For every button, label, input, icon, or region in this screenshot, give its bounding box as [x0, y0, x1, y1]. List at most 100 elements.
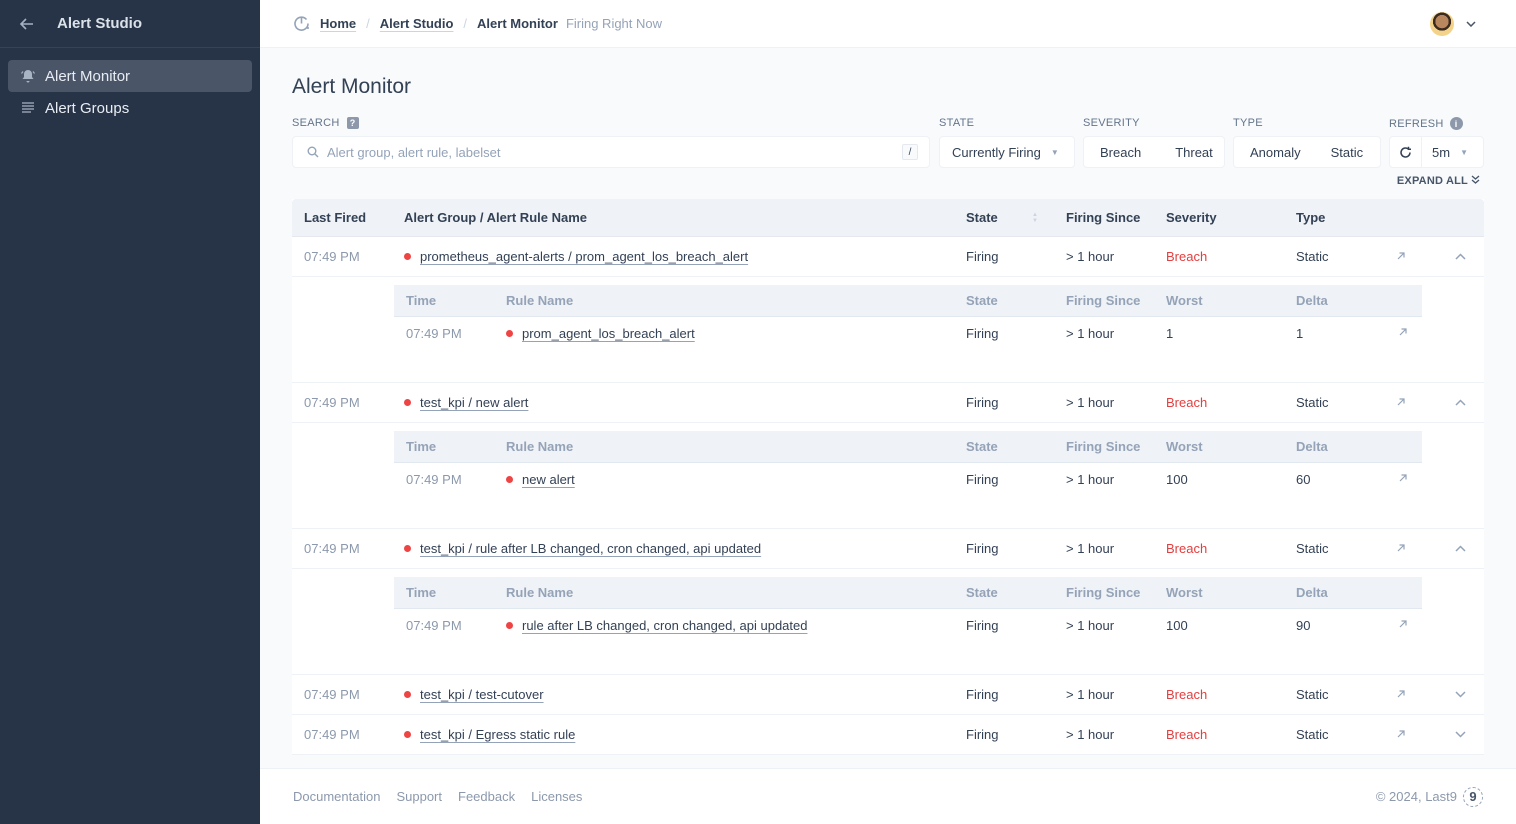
- subtable-row[interactable]: 07:49 PM new alert Firing > 1 hour 100 60: [394, 463, 1422, 495]
- rule-delta: 60: [1296, 471, 1311, 487]
- info-icon[interactable]: i: [1449, 117, 1463, 130]
- state: Firing: [966, 727, 999, 742]
- state: Firing: [966, 687, 999, 702]
- type-static-button[interactable]: Static: [1317, 137, 1380, 167]
- external-link-icon[interactable]: [1396, 396, 1406, 410]
- caret-down-icon: ▼: [1460, 147, 1468, 157]
- header-severity[interactable]: Severity: [1166, 210, 1217, 225]
- footer-link-licenses[interactable]: Licenses: [531, 789, 582, 804]
- subheader-state: State: [966, 439, 998, 454]
- refresh-button[interactable]: [1390, 137, 1422, 167]
- rule-state: Firing: [966, 325, 999, 341]
- subheader-firing-since: Firing Since: [1066, 293, 1141, 308]
- table-row[interactable]: 07:49 PM test_kpi / Egress static rule Fir…: [292, 715, 1484, 755]
- sidebar-item-alert-monitor[interactable]: Alert Monitor: [8, 60, 252, 92]
- breadcrumb-alert-studio[interactable]: Alert Studio: [380, 16, 454, 31]
- type: Static: [1296, 727, 1329, 742]
- refresh-interval-dropdown[interactable]: 5m ▼: [1422, 137, 1478, 167]
- severity: Breach: [1166, 727, 1208, 742]
- expanded-details: Time Rule Name State Firing Since Worst Delta…: [292, 569, 1484, 675]
- chevron-down-icon[interactable]: [1455, 731, 1466, 738]
- chevron-down-icon[interactable]: [1455, 691, 1466, 698]
- refresh-label-text: REFRESH: [1389, 117, 1444, 130]
- severity-breach-button[interactable]: Breach: [1084, 137, 1157, 167]
- user-menu[interactable]: [1430, 12, 1476, 36]
- help-icon[interactable]: ?: [346, 117, 359, 129]
- header-state[interactable]: State: [966, 210, 998, 225]
- header-firing-since[interactable]: Firing Since: [1066, 210, 1140, 225]
- severity-threat-button[interactable]: Threat: [1157, 137, 1229, 167]
- subtable-row[interactable]: 07:49 PM rule after LB changed, cron chan…: [394, 609, 1422, 641]
- subheader-delta: Delta: [1296, 293, 1328, 308]
- subheader-rule-name: Rule Name: [506, 585, 574, 600]
- expand-all-label: EXPAND ALL: [1396, 175, 1468, 187]
- rule-delta: 1: [1296, 325, 1304, 341]
- table-body: 07:49 PM prometheus_agent-alerts / prom_a…: [292, 237, 1484, 755]
- header-last-fired[interactable]: Last Fired: [304, 210, 366, 225]
- external-link-icon[interactable]: [1398, 326, 1408, 340]
- subtable-header: Time Rule Name State Firing Since Worst Delta: [394, 285, 1422, 317]
- chevron-up-icon[interactable]: [1455, 545, 1466, 552]
- rule-name-link[interactable]: rule after LB changed, cron changed, api…: [522, 618, 808, 633]
- sort-icon[interactable]: ▲ ▼: [1032, 212, 1038, 224]
- chevron-down-icon[interactable]: [1466, 19, 1476, 30]
- rule-firing-since: > 1 hour: [1066, 471, 1115, 487]
- external-link-icon[interactable]: [1398, 472, 1408, 486]
- subheader-state: State: [966, 293, 998, 308]
- alert-name-link[interactable]: test_kpi / Egress static rule: [420, 727, 575, 742]
- external-link-icon[interactable]: [1396, 688, 1406, 702]
- table-row[interactable]: 07:49 PM test_kpi / test-cutover Firing > 1…: [292, 675, 1484, 715]
- header-name[interactable]: Alert Group / Alert Rule Name: [404, 210, 587, 225]
- table-row[interactable]: 07:49 PM prometheus_agent-alerts / prom_a…: [292, 237, 1484, 277]
- avatar[interactable]: [1430, 12, 1454, 36]
- firing-status-dot: [506, 621, 513, 629]
- external-link-icon[interactable]: [1396, 728, 1406, 742]
- breadcrumb-home[interactable]: Home: [320, 16, 356, 31]
- subtable-row[interactable]: 07:49 PM prom_agent_los_breach_alert Firin…: [394, 317, 1422, 349]
- search-box: /: [292, 136, 930, 168]
- subheader-time: Time: [406, 439, 437, 454]
- subheader-firing-since: Firing Since: [1066, 585, 1141, 600]
- external-link-icon[interactable]: [1396, 542, 1406, 556]
- chevron-up-icon[interactable]: [1455, 399, 1466, 406]
- state: Firing: [966, 541, 999, 556]
- back-arrow-icon[interactable]: [18, 15, 36, 33]
- subheader-rule-name: Rule Name: [506, 439, 574, 454]
- expand-all-button[interactable]: EXPAND ALL: [1397, 175, 1480, 187]
- rule-time: 07:49 PM: [406, 325, 462, 341]
- rule-name-link[interactable]: new alert: [522, 472, 575, 487]
- footer-link-feedback[interactable]: Feedback: [458, 789, 515, 804]
- main-area: Home / Alert Studio / Alert Monitor Firi…: [260, 0, 1516, 824]
- breadcrumb-separator: /: [463, 16, 468, 31]
- severity: Breach: [1166, 541, 1208, 556]
- type-anomaly-button[interactable]: Anomaly: [1234, 137, 1317, 167]
- alert-name-link[interactable]: test_kpi / rule after LB changed, cron c…: [420, 541, 761, 556]
- sidebar-item-alert-groups[interactable]: Alert Groups: [8, 92, 252, 124]
- footer-link-documentation[interactable]: Documentation: [293, 789, 380, 804]
- state-dropdown-value[interactable]: Currently Firing ▼: [940, 137, 1071, 167]
- firing-status-dot: [404, 253, 411, 260]
- alert-name-link[interactable]: test_kpi / test-cutover: [420, 687, 544, 702]
- table-row[interactable]: 07:49 PM test_kpi / new alert Firing > 1 ho…: [292, 383, 1484, 423]
- footer-link-support[interactable]: Support: [396, 789, 442, 804]
- footer: Documentation Support Feedback Licenses …: [260, 768, 1516, 824]
- state-dropdown[interactable]: Currently Firing ▼: [939, 136, 1075, 168]
- search-icon: [307, 146, 319, 158]
- chevron-up-icon[interactable]: [1455, 253, 1466, 260]
- caret-down-icon: ▼: [1050, 147, 1059, 157]
- search-input[interactable]: [327, 144, 887, 160]
- alert-name-link[interactable]: prometheus_agent-alerts / prom_agent_los…: [420, 249, 748, 264]
- table-row[interactable]: 07:49 PM test_kpi / rule after LB changed…: [292, 529, 1484, 569]
- subheader-worst: Worst: [1166, 439, 1203, 454]
- header-type[interactable]: Type: [1296, 210, 1325, 225]
- state-value-text: Currently Firing: [952, 144, 1041, 160]
- firing-status-dot: [404, 545, 411, 552]
- alert-name-link[interactable]: test_kpi / new alert: [420, 395, 528, 410]
- external-link-icon[interactable]: [1398, 618, 1408, 632]
- external-link-icon[interactable]: [1396, 250, 1406, 264]
- rule-name-link[interactable]: prom_agent_los_breach_alert: [522, 326, 695, 341]
- subheader-firing-since: Firing Since: [1066, 439, 1141, 454]
- rule-name-cell: new alert: [506, 472, 575, 487]
- refresh-interval-value: 5m: [1432, 144, 1451, 160]
- last-fired: 07:49 PM: [304, 541, 360, 556]
